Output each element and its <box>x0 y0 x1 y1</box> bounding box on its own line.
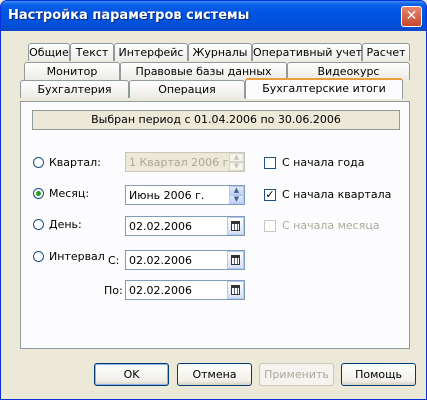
tab-accounting-totals[interactable]: Бухгалтерские итоги <box>245 78 403 99</box>
to-calendar-button[interactable] <box>227 281 244 299</box>
interval-radio[interactable] <box>33 251 44 262</box>
tab-text[interactable]: Текст <box>70 43 114 61</box>
month-spinner[interactable]: Июнь 2006 г. ▲ ▼ <box>125 185 245 205</box>
day-value: 02.02.2006 <box>129 220 192 233</box>
quarter-spin-buttons: ▲ ▼ <box>229 153 244 171</box>
apply-button: Применить <box>259 363 334 386</box>
interval-from-label: С: <box>108 254 120 267</box>
month-spin-buttons[interactable]: ▲ ▼ <box>229 186 244 204</box>
day-label: День: <box>49 218 82 231</box>
interval-from-value: 02.02.2006 <box>129 254 192 267</box>
from-month-start-checkbox <box>264 220 276 232</box>
tab-journals[interactable]: Журналы <box>188 43 252 61</box>
tab-accounting[interactable]: Бухгалтерия <box>20 80 129 98</box>
quarter-value: 1 Квартал 2006 г. <box>129 156 232 169</box>
spin-down-icon[interactable]: ▼ <box>229 195 244 204</box>
calendar-icon <box>231 285 240 295</box>
spin-up-icon: ▲ <box>229 153 244 162</box>
interval-to-label: По: <box>104 284 123 297</box>
settings-window: Настройка параметров системы ✕ Общие Тек… <box>0 0 427 400</box>
radio-selected-dot <box>36 191 41 196</box>
interval-from-field[interactable]: 02.02.2006 <box>125 250 245 270</box>
month-value: Июнь 2006 г. <box>129 189 205 202</box>
interval-label: Интервал <box>49 250 105 263</box>
interval-to-field[interactable]: 02.02.2006 <box>125 280 245 300</box>
from-year-start-checkbox[interactable] <box>264 157 276 169</box>
day-calendar-button[interactable] <box>227 217 244 235</box>
checkmark-icon: ✓ <box>265 188 275 201</box>
tab-calculation[interactable]: Расчет <box>362 43 410 61</box>
quarter-radio[interactable] <box>33 157 44 168</box>
spin-down-icon: ▼ <box>229 162 244 171</box>
spin-up-icon[interactable]: ▲ <box>229 186 244 195</box>
from-month-start-label: С начала месяца <box>282 219 380 232</box>
calendar-icon <box>231 221 240 231</box>
from-quarter-start-label: С начала квартала <box>282 188 392 201</box>
window-title: Настройка параметров системы <box>8 8 250 23</box>
month-radio[interactable] <box>33 188 44 199</box>
tab-operation[interactable]: Операция <box>129 80 245 98</box>
cancel-button[interactable]: Отмена <box>177 363 252 386</box>
quarter-spinner: 1 Квартал 2006 г. ▲ ▼ <box>125 152 245 172</box>
from-quarter-start-checkbox[interactable]: ✓ <box>264 189 276 201</box>
help-button[interactable]: Помощь <box>341 363 416 386</box>
month-label: Месяц: <box>49 187 90 200</box>
title-bar[interactable]: Настройка параметров системы ✕ <box>1 1 426 31</box>
tab-monitor[interactable]: Монитор <box>24 62 120 80</box>
period-display: Выбран период с 01.04.2006 по 30.06.2006 <box>32 110 400 130</box>
calendar-icon <box>231 255 240 265</box>
interval-to-value: 02.02.2006 <box>129 284 192 297</box>
ok-button[interactable]: OK <box>94 363 169 386</box>
day-radio[interactable] <box>33 219 44 230</box>
close-icon[interactable]: ✕ <box>401 6 422 27</box>
from-year-start-label: С начала года <box>282 156 365 169</box>
from-calendar-button[interactable] <box>227 251 244 269</box>
tab-operational-accounting[interactable]: Оперативный учет <box>252 43 362 61</box>
quarter-label: Квартал: <box>49 156 101 169</box>
tab-general[interactable]: Общие <box>28 43 70 61</box>
day-date-field[interactable]: 02.02.2006 <box>125 216 245 236</box>
tab-interface[interactable]: Интерфейс <box>114 43 188 61</box>
